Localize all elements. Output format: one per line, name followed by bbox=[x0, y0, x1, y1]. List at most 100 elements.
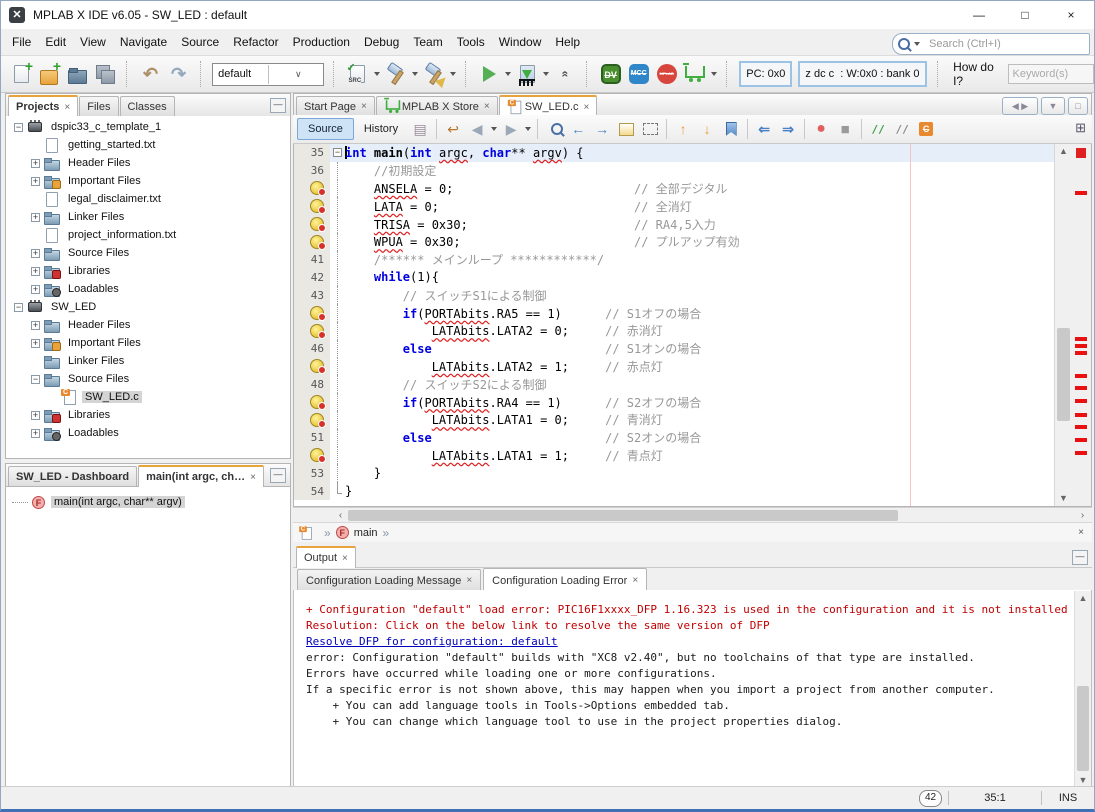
tab-sw-led-c[interactable]: SW_LED.c× bbox=[499, 95, 598, 117]
code-text[interactable]: // スイッチS1による制御 bbox=[345, 287, 547, 304]
expand-toggle-icon[interactable]: + bbox=[31, 249, 40, 258]
code-text[interactable]: WPUA = 0x30; // プルアップ有効 bbox=[345, 233, 740, 250]
tree-item-label[interactable]: Loadables bbox=[65, 283, 122, 295]
code-line[interactable]: 41 /****** メインループ ************/ bbox=[294, 251, 1058, 269]
code-text[interactable]: } bbox=[345, 466, 381, 480]
error-bulb-gutter[interactable] bbox=[294, 358, 330, 376]
tab-config-loading-message[interactable]: Configuration Loading Message× bbox=[297, 569, 481, 591]
fold-gutter[interactable] bbox=[330, 464, 345, 482]
error-mark[interactable] bbox=[1075, 425, 1087, 429]
error-bulb-gutter[interactable] bbox=[294, 304, 330, 322]
fold-gutter[interactable] bbox=[330, 304, 345, 322]
tree-item-label[interactable]: Loadables bbox=[65, 427, 122, 439]
previous-occurrence-icon[interactable]: ↑ bbox=[672, 118, 694, 140]
scroll-left-icon[interactable]: ‹ bbox=[333, 508, 348, 523]
fold-gutter[interactable] bbox=[330, 482, 345, 500]
tab-files[interactable]: Files bbox=[79, 96, 118, 116]
code-line[interactable]: TRISA = 0x30; // RA4,5入力 bbox=[294, 215, 1058, 233]
code-line[interactable]: 46 else // S1オンの場合 bbox=[294, 340, 1058, 358]
nav-back-icon[interactable]: ◀ bbox=[466, 118, 488, 140]
code-text[interactable]: ANSELA = 0; // 全部デジタル bbox=[345, 180, 727, 197]
close-icon[interactable]: × bbox=[466, 575, 472, 586]
close-icon[interactable]: × bbox=[361, 101, 367, 112]
menu-file[interactable]: File bbox=[5, 32, 38, 52]
menu-view[interactable]: View bbox=[73, 32, 113, 52]
tree-item-label[interactable]: Header Files bbox=[65, 157, 133, 169]
code-line[interactable]: if(PORTAbits.RA5 == 1) // S1オフの場合 bbox=[294, 304, 1058, 322]
code-line[interactable]: 43 // スイッチS1による制御 bbox=[294, 286, 1058, 304]
toggle-highlight-icon[interactable] bbox=[615, 118, 637, 140]
code-line[interactable]: 53 } bbox=[294, 464, 1058, 482]
tab-dashboard[interactable]: SW_LED - Dashboard bbox=[8, 466, 137, 486]
fold-gutter[interactable] bbox=[330, 358, 345, 376]
code-text[interactable]: //初期設定 bbox=[345, 162, 436, 179]
notifications-badge[interactable]: 42 bbox=[919, 790, 942, 807]
chevron-down-icon[interactable] bbox=[505, 72, 511, 76]
code-text[interactable]: if(PORTAbits.RA5 == 1) // S1オフの場合 bbox=[345, 305, 701, 322]
maximize-editor-button[interactable]: □ bbox=[1068, 97, 1088, 115]
tree-item[interactable]: Linker Files bbox=[6, 352, 290, 370]
scroll-up-icon[interactable]: ▲ bbox=[1075, 591, 1091, 606]
run-project-icon[interactable] bbox=[476, 61, 502, 87]
tree-item[interactable]: +Header Files bbox=[6, 154, 290, 172]
line-number[interactable]: 53 bbox=[294, 464, 330, 482]
code-line[interactable]: LATAbits.LATA1 = 0; // 青消灯 bbox=[294, 411, 1058, 429]
make-program-device-icon[interactable] bbox=[514, 61, 540, 87]
fold-gutter[interactable] bbox=[330, 251, 345, 269]
error-mark[interactable] bbox=[1075, 351, 1087, 355]
diff-icon[interactable]: ▤ bbox=[409, 118, 431, 140]
tree-item[interactable]: +Linker Files bbox=[6, 208, 290, 226]
tab-start-page[interactable]: Start Page× bbox=[296, 96, 375, 116]
tree-item[interactable]: −dspic33_c_template_1 bbox=[6, 118, 290, 136]
code-line[interactable]: 51 else // S2オンの場合 bbox=[294, 429, 1058, 447]
tree-item-label[interactable]: Source Files bbox=[65, 247, 132, 259]
tree-item[interactable]: +Loadables bbox=[6, 280, 290, 298]
code-text[interactable]: LATAbits.LATA1 = 0; // 青消灯 bbox=[345, 411, 663, 428]
error-mark[interactable] bbox=[1075, 451, 1087, 455]
expand-toggle-icon[interactable]: − bbox=[31, 375, 40, 384]
open-project-icon[interactable] bbox=[64, 61, 90, 87]
close-button[interactable]: × bbox=[1048, 1, 1094, 29]
code-text[interactable]: LATAbits.LATA2 = 0; // 赤消灯 bbox=[345, 322, 663, 339]
expand-toggle-icon[interactable]: + bbox=[31, 321, 40, 330]
scroll-right-icon[interactable]: › bbox=[1075, 508, 1090, 523]
tree-item[interactable]: +Libraries bbox=[6, 406, 290, 424]
fold-gutter[interactable] bbox=[330, 393, 345, 411]
fold-gutter[interactable] bbox=[330, 180, 345, 198]
shift-line-right-icon[interactable]: ⇒ bbox=[777, 118, 799, 140]
build-project-icon[interactable] bbox=[383, 61, 409, 87]
expand-toggle-icon[interactable]: − bbox=[14, 303, 23, 312]
nav-forward-icon[interactable]: ▶ bbox=[500, 118, 522, 140]
menu-navigate[interactable]: Navigate bbox=[113, 32, 174, 52]
expand-toggle-icon[interactable]: + bbox=[31, 177, 40, 186]
error-mark[interactable] bbox=[1075, 191, 1087, 195]
set-project-configuration-icon[interactable]: SRC✓ bbox=[345, 61, 371, 87]
error-mark[interactable] bbox=[1075, 374, 1087, 378]
code-text[interactable]: // スイッチS2による制御 bbox=[345, 376, 547, 393]
discover-badge-icon[interactable]: MPLAB bbox=[654, 61, 680, 87]
tree-item[interactable]: legal_disclaimer.txt bbox=[6, 190, 290, 208]
how-do-i-input[interactable]: Keyword(s) bbox=[1008, 64, 1095, 84]
minimize-panel-button[interactable]: — bbox=[1072, 550, 1088, 565]
tree-item[interactable]: SW_LED.c bbox=[6, 388, 290, 406]
mplab-store-cart-icon[interactable] bbox=[682, 61, 708, 87]
tree-item-label[interactable]: Important Files bbox=[65, 337, 144, 349]
code-text[interactable]: if(PORTAbits.RA4 == 1) // S2オフの場合 bbox=[345, 394, 701, 411]
lightbulb-error-icon[interactable] bbox=[310, 359, 324, 373]
fold-gutter[interactable] bbox=[330, 375, 345, 393]
code-text[interactable]: /****** メインループ ************/ bbox=[345, 251, 604, 268]
navigator-item-main[interactable]: F main(int argc, char** argv) bbox=[6, 493, 290, 511]
fold-gutter[interactable] bbox=[330, 340, 345, 358]
overflow-chevrons-icon[interactable]: « bbox=[552, 61, 578, 87]
editor-horizontal-scrollbar[interactable]: ‹ › bbox=[293, 507, 1092, 523]
error-bulb-gutter[interactable] bbox=[294, 411, 330, 429]
menu-production[interactable]: Production bbox=[286, 32, 357, 52]
tree-item[interactable]: −Source Files bbox=[6, 370, 290, 388]
tree-item[interactable]: + Source Files bbox=[6, 244, 290, 262]
code-line[interactable]: LATA = 0; // 全消灯 bbox=[294, 197, 1058, 215]
tab-projects[interactable]: Projects× bbox=[8, 95, 78, 117]
code-text[interactable]: LATA = 0; // 全消灯 bbox=[345, 198, 692, 215]
next-occurrence-icon[interactable]: ↓ bbox=[696, 118, 718, 140]
configuration-select[interactable]: default ∨ bbox=[212, 63, 324, 86]
close-icon[interactable]: × bbox=[1078, 527, 1084, 538]
